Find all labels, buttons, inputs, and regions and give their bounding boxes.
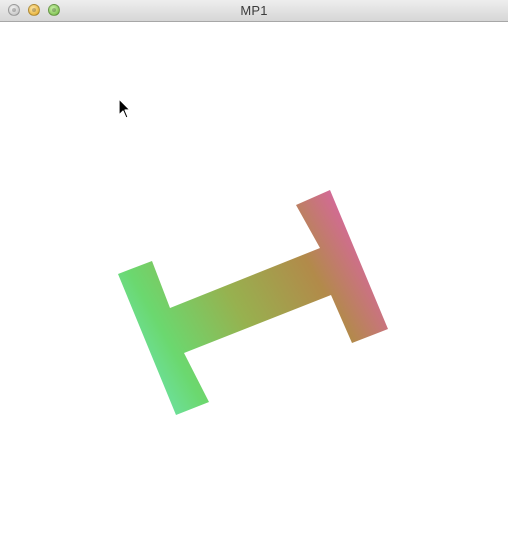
i-beam-shape xyxy=(118,190,388,415)
render-svg xyxy=(118,190,388,415)
window-titlebar[interactable]: MP1 xyxy=(0,0,508,22)
app-window: MP1 xyxy=(0,0,508,530)
render-canvas[interactable] xyxy=(0,22,508,530)
window-title: MP1 xyxy=(240,3,268,18)
cursor-arrow-icon xyxy=(118,98,131,119)
